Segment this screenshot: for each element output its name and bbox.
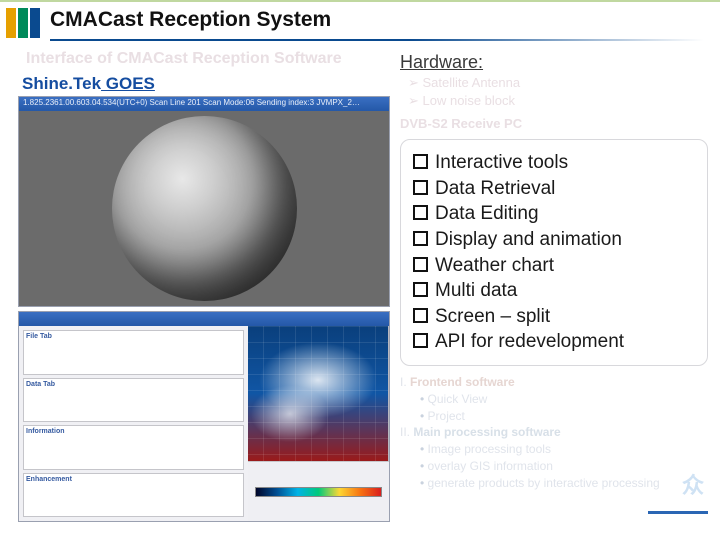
software-1-title: Frontend software — [410, 375, 515, 389]
software-2-sub: generate products by interactive process… — [400, 475, 708, 492]
ghost-software-list: I. Frontend software Quick View Project … — [400, 374, 708, 492]
screenshot-stack: 1.825.2361.00.603.04.534(UTC+0) Scan Lin… — [18, 96, 390, 522]
roman-i: I. — [400, 375, 407, 389]
title-underline — [50, 39, 704, 41]
logo-bar-orange — [6, 8, 16, 38]
roman-ii: II. — [400, 425, 410, 439]
hardware-block: Hardware: Satellite Antenna Low noise bl… — [400, 50, 708, 133]
hardware-item: Low noise block — [408, 92, 708, 110]
feature-item: Data Retrieval — [413, 176, 695, 202]
satellite-map-view — [248, 326, 389, 461]
feature-item: Weather chart — [413, 253, 695, 279]
screenshot-2-body: File Tab Data Tab Information Enhancemen… — [19, 326, 389, 521]
feature-item: Interactive tools — [413, 150, 695, 176]
logo-bar-blue — [30, 8, 40, 38]
left-subtitle: Shine.Tek GOES — [22, 74, 155, 94]
panel-data-tab: Data Tab — [23, 378, 244, 423]
screenshot-2-titlebar — [19, 312, 389, 326]
panel-header: File Tab — [26, 333, 241, 340]
corner-brand-glyph: 众 — [682, 468, 706, 500]
subtitle-brand: Shine.Tek — [22, 74, 101, 93]
color-scale-strip — [255, 487, 382, 497]
ghost-left-heading: Interface of CMACast Reception Software — [26, 50, 342, 68]
brand-logo — [6, 8, 44, 38]
panel-file-tab: File Tab — [23, 330, 244, 375]
corner-brand-line — [648, 511, 708, 514]
screenshot-1: 1.825.2361.00.603.04.534(UTC+0) Scan Lin… — [18, 96, 390, 307]
feature-item: Multi data — [413, 278, 695, 304]
hardware-heading: Hardware: — [400, 50, 708, 74]
feature-item: Data Editing — [413, 201, 695, 227]
logo-bar-green — [18, 8, 28, 38]
color-scale-bar — [248, 461, 389, 521]
feature-item: Screen – split — [413, 304, 695, 330]
panel-header: Information — [26, 428, 241, 435]
screenshot-1-titlebar: 1.825.2361.00.603.04.534(UTC+0) Scan Lin… — [19, 97, 389, 111]
subtitle-goes: GOES — [101, 74, 155, 93]
software-2-title: Main processing software — [413, 425, 560, 439]
hardware-item: Satellite Antenna — [408, 74, 708, 92]
earth-globe-image — [112, 116, 297, 301]
panel-enhancement: Enhancement — [23, 473, 244, 518]
page-title: CMACast Reception System — [50, 8, 331, 32]
screenshot-1-body — [19, 111, 389, 306]
software-2-sub: Image processing tools — [400, 441, 708, 458]
software-1-sub: Quick View — [400, 391, 708, 408]
hardware-list: Satellite Antenna Low noise block — [400, 74, 708, 109]
panel-header: Data Tab — [26, 381, 241, 388]
panel-header: Enhancement — [26, 476, 241, 483]
feature-item: Display and animation — [413, 227, 695, 253]
ghost-hw-line: DVB-S2 Receive PC — [400, 115, 708, 133]
right-column: Hardware: Satellite Antenna Low noise bl… — [400, 50, 708, 530]
software-1-sub: Project — [400, 408, 708, 425]
feature-item: API for redevelopment — [413, 329, 695, 355]
software-2-sub: overlay GIS information — [400, 458, 708, 475]
software-section-1: I. Frontend software — [400, 374, 708, 391]
screenshot-2: File Tab Data Tab Information Enhancemen… — [18, 311, 390, 522]
software-section-2: II. Main processing software — [400, 424, 708, 441]
panel-information: Information — [23, 425, 244, 470]
screenshot-2-sidepanel: File Tab Data Tab Information Enhancemen… — [19, 326, 248, 521]
feature-list-box: Interactive tools Data Retrieval Data Ed… — [400, 139, 708, 366]
